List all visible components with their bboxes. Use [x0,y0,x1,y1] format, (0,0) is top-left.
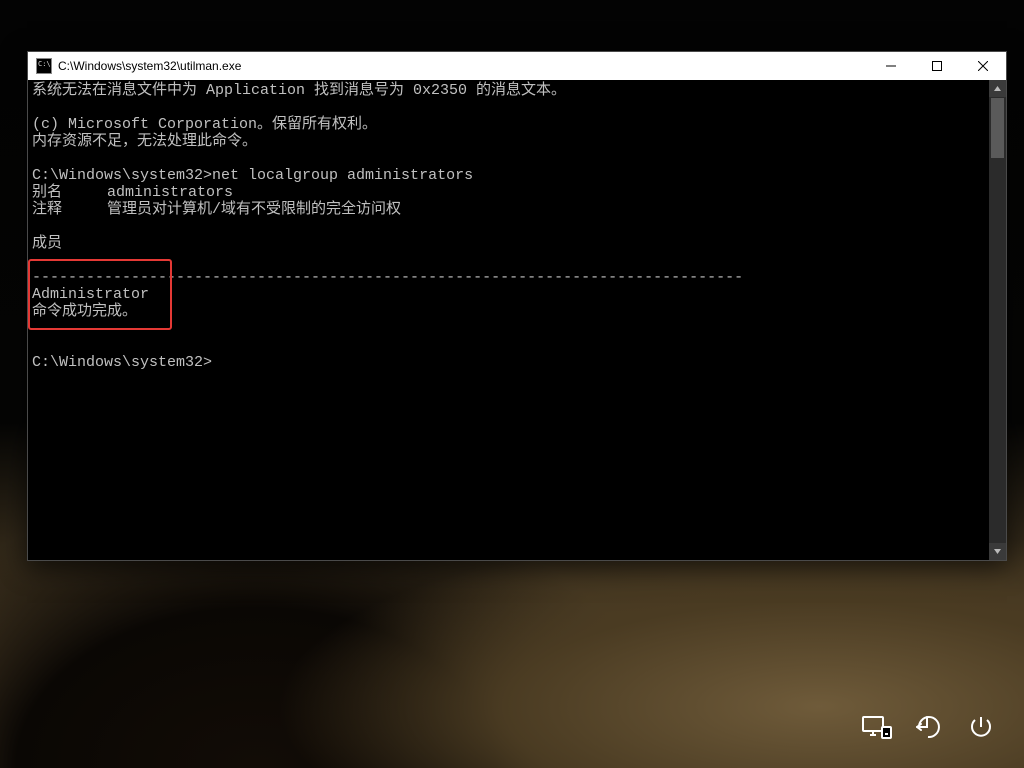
terminal-line [32,150,985,167]
minimize-button[interactable] [868,52,914,80]
close-button[interactable] [960,52,1006,80]
terminal-line: C:\Windows\system32> [32,354,985,371]
scroll-down-button[interactable] [989,543,1006,560]
power-icon[interactable] [966,712,996,742]
terminal-line [32,337,985,354]
console-window: C:\Windows\system32\utilman.exe 系统无法在消息文… [27,51,1007,561]
network-icon[interactable] [862,712,892,742]
terminal-line: 注释 管理员对计算机/域有不受限制的完全访问权 [32,201,985,218]
window-title: C:\Windows\system32\utilman.exe [58,59,241,73]
terminal-line [32,320,985,337]
terminal-line: 成员 [32,235,985,252]
app-icon [36,58,52,74]
terminal-line: ----------------------------------------… [32,269,985,286]
terminal-line: C:\Windows\system32>net localgroup admin… [32,167,985,184]
ease-of-access-icon[interactable] [914,712,944,742]
scrollbar[interactable] [989,80,1006,560]
terminal-line: Administrator [32,286,985,303]
terminal-line [32,218,985,235]
maximize-button[interactable] [914,52,960,80]
terminal-line: 系统无法在消息文件中为 Application 找到消息号为 0x2350 的消… [32,82,985,99]
terminal-line: 别名 administrators [32,184,985,201]
terminal-line: (c) Microsoft Corporation。保留所有权利。 [32,116,985,133]
scroll-thumb[interactable] [991,98,1004,158]
titlebar[interactable]: C:\Windows\system32\utilman.exe [28,52,1006,80]
console-client-area: 系统无法在消息文件中为 Application 找到消息号为 0x2350 的消… [28,80,1006,560]
login-system-icons [862,712,996,742]
terminal-line [32,252,985,269]
desktop-background: C:\Windows\system32\utilman.exe 系统无法在消息文… [0,0,1024,768]
terminal-line [32,99,985,116]
scroll-up-button[interactable] [989,80,1006,97]
terminal-line: 内存资源不足，无法处理此命令。 [32,133,985,150]
terminal-line: 命令成功完成。 [32,303,985,320]
terminal-output[interactable]: 系统无法在消息文件中为 Application 找到消息号为 0x2350 的消… [28,80,989,560]
